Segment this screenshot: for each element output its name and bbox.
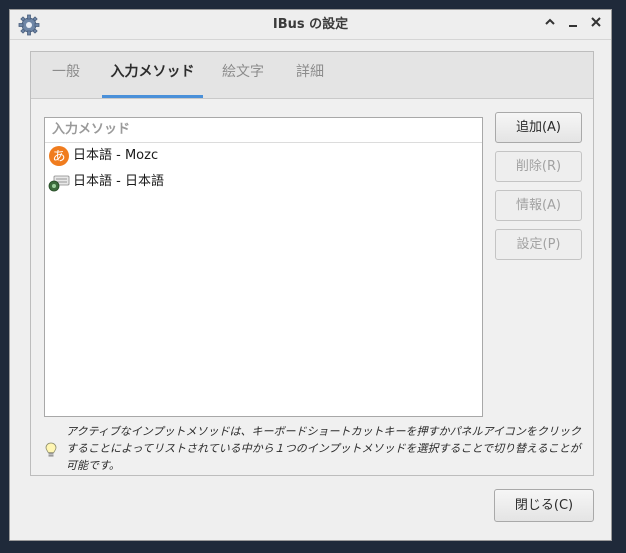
tab-input-method[interactable]: 入力メソッド [102,52,203,98]
mozc-icon: あ [49,146,69,166]
add-button[interactable]: 追加(A) [495,112,582,143]
list-item-label: 日本語 - Mozc [73,148,159,163]
tab-general[interactable]: 一般 [44,52,88,98]
settings-notebook: 一般 入力メソッド 絵文字 詳細 入力メソッド あ 日本語 - Mozc 日本語… [30,51,594,476]
info-button[interactable]: 情報(A) [495,190,582,221]
list-item[interactable]: あ 日本語 - Mozc [45,143,482,169]
minimize-button[interactable] [564,15,582,33]
close-icon [591,17,601,27]
tab-emoji[interactable]: 絵文字 [217,52,269,98]
list-item-label: 日本語 - 日本語 [73,174,164,189]
list-header: 入力メソッド [45,118,482,143]
title-bar: IBus の設定 [10,10,611,40]
chevron-up-icon [545,18,555,25]
tab-bar: 一般 入力メソッド 絵文字 詳細 [31,52,593,99]
close-window-button[interactable] [587,15,605,33]
tab-advanced[interactable]: 詳細 [289,52,331,98]
close-button[interactable]: 閉じる(C) [494,489,594,522]
settings-button[interactable]: 設定(P) [495,229,582,260]
svg-text:あ: あ [52,150,65,165]
remove-button[interactable]: 削除(R) [495,151,582,182]
hint-text: アクティブなインプットメソッドは、キーボードショートカットキーを押すかパネルアイ… [66,425,581,472]
window-title: IBus の設定 [272,17,349,32]
minimize-icon [569,25,577,27]
maximize-button[interactable] [541,15,559,33]
keyboard-icon [48,175,70,192]
list-item[interactable]: 日本語 - 日本語 [45,169,482,195]
ibus-settings-window: IBus の設定 一般 入力メソッド 絵文字 詳細 入力メソッド あ 日本語 -… [9,9,612,541]
input-method-list[interactable]: 入力メソッド あ 日本語 - Mozc 日本語 - 日本語 [44,117,483,417]
lightbulb-icon [45,442,57,457]
